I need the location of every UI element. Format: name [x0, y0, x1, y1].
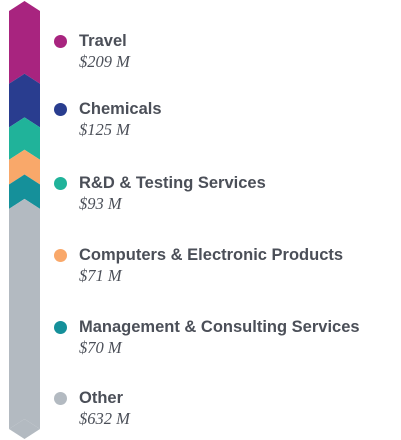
legend-item-computers-electronics: Computers & Electronic Products $71 M	[54, 245, 343, 286]
legend-label: Chemicals	[79, 99, 162, 118]
ribbon-segment-travel	[9, 1, 40, 84]
legend-value: $71 M	[79, 266, 122, 285]
legend-dot	[54, 176, 67, 190]
legend-value: $93 M	[79, 194, 122, 213]
legend-item-rd-testing: R&D & Testing Services $93 M	[54, 173, 266, 214]
legend-item-chemicals: Chemicals $125 M	[54, 99, 162, 140]
legend-label: Other	[79, 388, 124, 407]
ribbon-segment-other	[9, 198, 40, 429]
legend-dot	[54, 391, 67, 405]
legend-dot	[54, 320, 67, 334]
legend-dot	[54, 248, 67, 262]
legend-item-travel: Travel $209 M	[54, 31, 130, 72]
legend-label: Travel	[79, 31, 127, 50]
legend-value: $125 M	[79, 120, 130, 139]
legend-value: $70 M	[79, 338, 122, 357]
legend-label: R&D & Testing Services	[79, 173, 266, 192]
legend-item-management-consulting: Management & Consulting Services $70 M	[54, 317, 360, 358]
legend-value: $209 M	[79, 52, 130, 71]
legend-label: Management & Consulting Services	[79, 317, 360, 336]
legend-value: $632 M	[79, 409, 130, 428]
legend-dot	[54, 102, 67, 116]
stacked-ribbon-chart	[9, 1, 40, 439]
legend-dot	[54, 34, 67, 48]
legend-label: Computers & Electronic Products	[79, 245, 344, 264]
legend-item-other: Other $632 M	[54, 388, 130, 429]
